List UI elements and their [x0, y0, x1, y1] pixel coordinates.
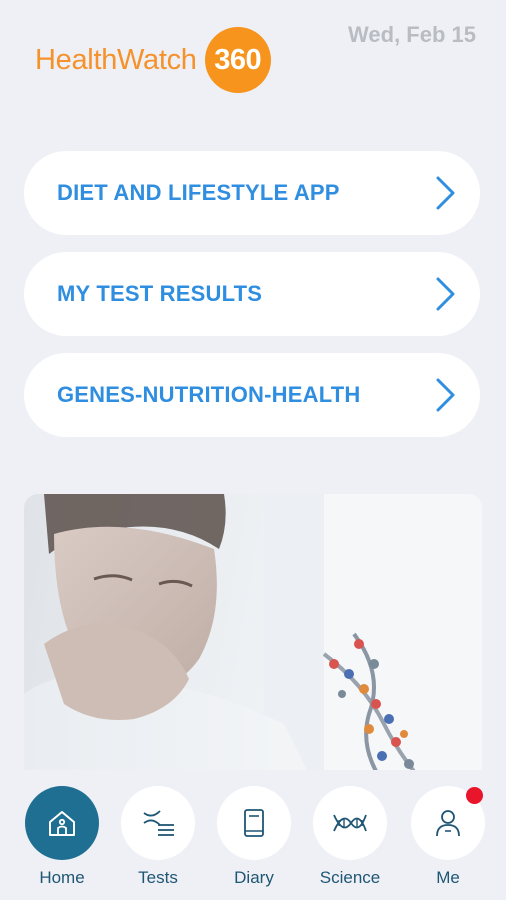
bottom-tab-bar: Home Tests Diary Science Me [0, 770, 506, 900]
date-label: Wed, Feb 15 [348, 22, 476, 47]
header: HealthWatch 360 Wed, Feb 15 [0, 0, 506, 120]
diet-lifestyle-app-button[interactable]: DIET AND LIFESTYLE APP [24, 151, 480, 235]
tab-label: Tests [138, 868, 178, 887]
tab-diary[interactable]: Diary [216, 786, 292, 888]
diary-tab-circle[interactable] [217, 786, 291, 860]
tab-tests[interactable]: Tests [120, 786, 196, 888]
tab-me[interactable]: Me [410, 786, 486, 888]
logo-text: HealthWatch [35, 43, 197, 76]
tab-label: Me [436, 868, 460, 887]
home-tab-circle[interactable] [25, 786, 99, 860]
tab-label: Diary [234, 868, 274, 887]
tab-home[interactable]: Home [24, 786, 100, 888]
chevron-right-icon [436, 378, 455, 412]
notification-dot [466, 787, 483, 804]
photo-illustration [24, 494, 482, 784]
person-icon [436, 810, 460, 837]
dna-list-icon [143, 810, 174, 836]
dna-icon [333, 814, 367, 832]
tab-label: Home [39, 868, 85, 887]
logo-badge: 360 [204, 27, 271, 93]
genes-nutrition-health-button[interactable]: GENES-NUTRITION-HEALTH [24, 353, 480, 437]
book-icon [244, 809, 264, 837]
me-tab-circle[interactable] [411, 786, 485, 860]
scientist-dna-photo [24, 494, 482, 784]
my-test-results-button[interactable]: MY TEST RESULTS [24, 252, 480, 336]
tab-science[interactable]: Science [312, 786, 388, 888]
home-icon [49, 811, 75, 836]
chevron-right-icon [436, 277, 455, 311]
tab-label: Science [319, 868, 381, 887]
menu-item-label: DIET AND LIFESTYLE APP [57, 180, 340, 205]
tests-tab-circle[interactable] [121, 786, 195, 860]
science-tab-circle[interactable] [313, 786, 387, 860]
menu-item-label: MY TEST RESULTS [57, 281, 263, 306]
app-logo: HealthWatch 360 [35, 27, 271, 93]
menu-item-label: GENES-NUTRITION-HEALTH [57, 382, 361, 407]
chevron-right-icon [436, 176, 455, 210]
